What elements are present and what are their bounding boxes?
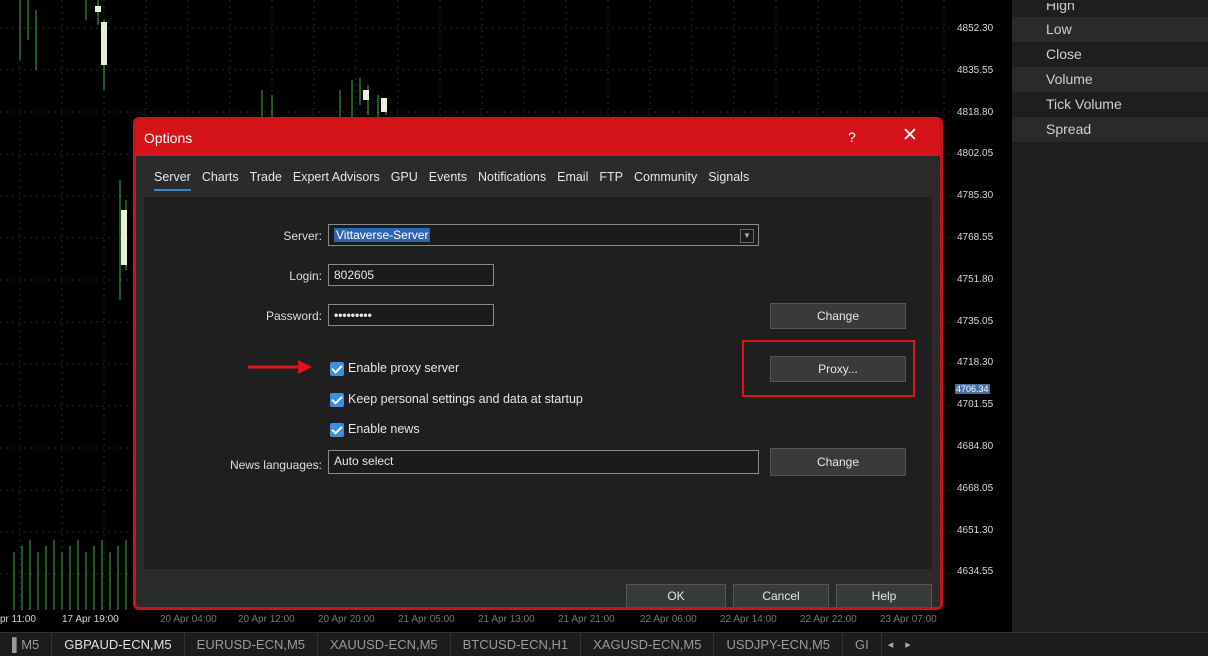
symbol-tab[interactable]: GI — [843, 633, 882, 656]
tab-gpu[interactable]: GPU — [391, 170, 418, 184]
tab-events[interactable]: Events — [429, 170, 467, 184]
symbol-tab[interactable]: ▌M5 — [0, 633, 53, 656]
server-label: Server: — [283, 229, 322, 243]
price-axis-label: 4751.80 — [957, 273, 994, 285]
tab-server[interactable]: Server — [154, 170, 191, 191]
time-axis-label: 23 Apr 07:00 — [880, 614, 937, 625]
chevron-down-icon[interactable]: ▼ — [740, 229, 754, 243]
enable-proxy-label: Enable proxy server — [348, 361, 460, 375]
change-password-button[interactable]: Change — [770, 303, 906, 329]
dialog-title: Options — [144, 130, 193, 146]
keep-settings-checkbox[interactable] — [330, 393, 344, 407]
price-axis-label: 4651.30 — [957, 524, 994, 536]
tab-trade[interactable]: Trade — [250, 170, 282, 184]
tab-expert-advisors[interactable]: Expert Advisors — [293, 170, 380, 184]
candle-body — [121, 210, 127, 265]
symbol-tab[interactable]: USDJPY-ECN,M5 — [714, 633, 844, 656]
tab-ftp[interactable]: FTP — [599, 170, 623, 184]
scroll-left-icon[interactable]: ◂ — [882, 638, 900, 651]
news-languages-label: News languages: — [229, 458, 322, 472]
symbol-tab[interactable]: XAUUSD-ECN,M5 — [318, 633, 451, 656]
data-window-item-high: High — [1046, 3, 1075, 13]
enable-proxy-checkbox[interactable] — [330, 362, 344, 376]
options-tabs: Server Charts Trade Expert Advisors GPU … — [154, 170, 760, 191]
proxy-highlight-box — [742, 340, 915, 397]
keep-settings-label: Keep personal settings and data at start… — [348, 392, 583, 406]
time-axis-label: pr 11:00 — [0, 614, 36, 625]
ok-button[interactable]: OK — [626, 584, 726, 607]
candle-body — [381, 98, 387, 112]
server-value: Vittaverse-Server — [334, 228, 431, 242]
price-axis-label: 4684.80 — [957, 441, 994, 452]
time-axis-label: 21 Apr 13:00 — [478, 614, 535, 625]
close-icon[interactable]: ✕ — [902, 126, 918, 146]
change-news-languages-button[interactable]: Change — [770, 448, 906, 476]
price-axis-label: 4668.05 — [957, 482, 994, 494]
tab-signals[interactable]: Signals — [708, 170, 749, 184]
server-select[interactable]: Vittaverse-Server ▼ — [328, 224, 759, 246]
symbol-tab[interactable]: XAGUSD-ECN,M5 — [581, 633, 715, 656]
help-button[interactable]: Help — [836, 584, 932, 607]
time-axis-label: 22 Apr 06:00 — [640, 614, 697, 625]
time-axis-label: 21 Apr 05:00 — [398, 614, 455, 625]
price-axis-label: 4835.55 — [957, 64, 994, 76]
tab-email[interactable]: Email — [557, 170, 588, 184]
data-window-item-spread: Spread — [1012, 117, 1208, 142]
symbol-tab[interactable]: EURUSD-ECN,M5 — [185, 633, 319, 656]
time-axis-label: 17 Apr 19:00 — [62, 614, 119, 625]
cancel-button[interactable]: Cancel — [733, 584, 829, 607]
data-window-item-close: Close — [1046, 46, 1082, 62]
password-label: Password: — [265, 309, 322, 323]
data-window-panel: High Low Close Volume Tick Volume Spread — [1012, 0, 1208, 632]
annotation-arrow-icon — [248, 360, 312, 374]
tab-charts[interactable]: Charts — [202, 170, 239, 184]
time-axis-label: 20 Apr 12:00 — [238, 614, 295, 625]
scroll-right-icon[interactable]: ▸ — [899, 638, 917, 651]
data-window-item-volume: Volume — [1012, 67, 1208, 92]
enable-news-label: Enable news — [348, 422, 420, 436]
time-axis-label: 22 Apr 14:00 — [720, 614, 777, 625]
enable-news-checkbox[interactable] — [330, 423, 344, 437]
data-window-item-tick-volume: Tick Volume — [1046, 96, 1122, 112]
price-axis-label: 4818.80 — [957, 106, 994, 118]
price-axis-label: 4802.05 — [957, 148, 994, 160]
time-axis-label: 22 Apr 22:00 — [800, 614, 857, 625]
price-axis-label: 4718.30 — [957, 357, 994, 369]
dialog-footer: OK Cancel Help — [136, 575, 940, 607]
price-axis-label: 4785.30 — [957, 190, 994, 202]
time-axis: pr 11:00 17 Apr 19:00 20 Apr 04:00 20 Apr 1… — [0, 612, 1012, 628]
candle-body — [363, 90, 369, 100]
symbol-tab[interactable]: BTCUSD-ECN,H1 — [451, 633, 582, 656]
help-icon[interactable]: ? — [848, 129, 856, 145]
login-field[interactable]: 802605 — [328, 264, 494, 286]
dialog-titlebar[interactable]: Options ? ✕ — [136, 120, 940, 156]
price-axis-label: 4768.55 — [957, 232, 994, 243]
price-axis-label: 4735.05 — [957, 315, 994, 327]
price-axis-label: 4701.55 — [957, 399, 994, 411]
symbol-tab[interactable]: GBPAUD-ECN,M5 — [52, 633, 185, 656]
candle-body — [101, 22, 107, 65]
password-field[interactable]: ••••••••• — [328, 304, 494, 326]
login-label: Login: — [289, 269, 322, 283]
candle-body — [95, 6, 101, 12]
price-axis-label: 4852.30 — [957, 23, 994, 34]
price-axis-label: 4634.55 — [957, 566, 994, 578]
time-axis-label: 21 Apr 21:00 — [558, 614, 615, 625]
tab-community[interactable]: Community — [634, 170, 697, 184]
time-axis-label: 20 Apr 04:00 — [160, 614, 217, 625]
current-price-tag: 4706.34 — [955, 384, 990, 394]
time-axis-label: 20 Apr 20:00 — [318, 614, 375, 625]
news-languages-field[interactable]: Auto select — [328, 450, 759, 474]
symbol-tab-bar: ▌M5 GBPAUD-ECN,M5 EURUSD-ECN,M5 XAUUSD-E… — [0, 632, 1208, 656]
tab-notifications[interactable]: Notifications — [478, 170, 546, 184]
data-window-item-low: Low — [1012, 17, 1208, 42]
